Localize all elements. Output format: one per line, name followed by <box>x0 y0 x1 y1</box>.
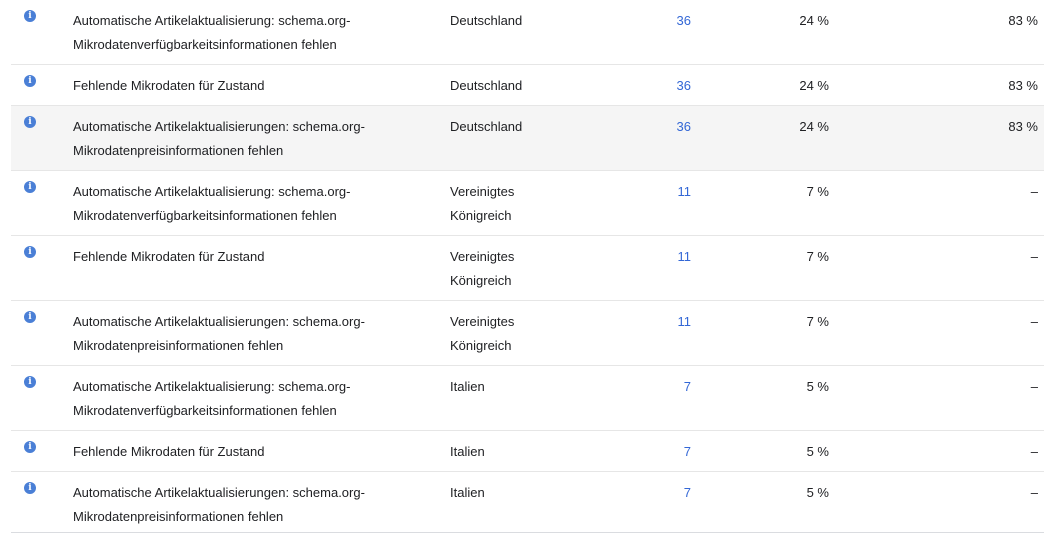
percent-affected: 5 % <box>806 444 829 459</box>
info-icon[interactable]: i <box>24 311 36 323</box>
affected-items-link[interactable]: 7 <box>611 440 691 464</box>
country: Vereinigtes Königreich <box>450 314 515 353</box>
table-row: i Fehlende Mikrodaten für Zustand Verein… <box>11 236 1044 301</box>
affected-items-link[interactable]: 11 <box>611 180 692 204</box>
info-icon[interactable]: i <box>24 75 36 87</box>
info-icon[interactable]: i <box>24 376 36 388</box>
table-row: i Automatische Artikelaktualisierungen: … <box>11 472 1044 537</box>
table-bottom-divider <box>11 532 1044 533</box>
table-row: i Fehlende Mikrodaten für Zustand Italie… <box>11 431 1044 472</box>
percent-share: – <box>1030 249 1038 264</box>
affected-items-link[interactable]: 36 <box>611 115 691 139</box>
percent-share: 83 % <box>1008 78 1038 93</box>
percent-share: – <box>1030 444 1038 459</box>
info-icon[interactable]: i <box>24 246 36 258</box>
info-icon[interactable]: i <box>24 116 36 128</box>
percent-affected: 5 % <box>806 485 829 500</box>
table-row: i Automatische Artikelaktualisierungen: … <box>11 301 1044 366</box>
country: Italien <box>450 379 485 394</box>
affected-items-link[interactable]: 36 <box>611 9 691 33</box>
table-row: i Automatische Artikelaktualisierung: sc… <box>11 0 1044 65</box>
issue-description: Automatische Artikelaktualisierungen: sc… <box>73 119 365 158</box>
table-row: i Fehlende Mikrodaten für Zustand Deutsc… <box>11 65 1044 106</box>
percent-affected: 24 % <box>799 13 829 28</box>
percent-affected: 7 % <box>806 249 829 264</box>
issue-description: Fehlende Mikrodaten für Zustand <box>73 249 265 264</box>
country: Italien <box>450 485 485 500</box>
table-row: i Automatische Artikelaktualisierung: sc… <box>11 171 1044 236</box>
issue-description: Automatische Artikelaktualisierung: sche… <box>73 184 351 223</box>
issue-description: Fehlende Mikrodaten für Zustand <box>73 444 265 459</box>
percent-affected: 24 % <box>799 78 829 93</box>
percent-share: 83 % <box>1008 119 1038 134</box>
country: Italien <box>450 444 485 459</box>
issue-description: Automatische Artikelaktualisierungen: sc… <box>73 314 365 353</box>
percent-affected: 7 % <box>806 314 829 329</box>
percent-share: – <box>1030 379 1038 394</box>
table-row: i Automatische Artikelaktualisierung: sc… <box>11 366 1044 431</box>
issue-description: Automatische Artikelaktualisierungen: sc… <box>73 485 365 524</box>
percent-share: – <box>1030 314 1038 329</box>
info-icon[interactable]: i <box>24 10 36 22</box>
issue-description: Automatische Artikelaktualisierung: sche… <box>73 13 351 52</box>
affected-items-link[interactable]: 11 <box>611 245 692 269</box>
affected-items-link[interactable]: 7 <box>611 375 691 399</box>
affected-items-link[interactable]: 7 <box>611 481 691 505</box>
info-icon[interactable]: i <box>24 181 36 193</box>
percent-share: – <box>1030 485 1038 500</box>
country: Deutschland <box>450 78 523 93</box>
country: Vereinigtes Königreich <box>450 249 515 288</box>
issue-description: Automatische Artikelaktualisierung: sche… <box>73 379 351 418</box>
percent-share: 83 % <box>1008 13 1038 28</box>
issues-table: i Automatische Artikelaktualisierung: sc… <box>11 0 1044 537</box>
info-icon[interactable]: i <box>24 482 36 494</box>
percent-affected: 5 % <box>806 379 829 394</box>
percent-affected: 24 % <box>799 119 829 134</box>
country: Deutschland <box>450 13 523 28</box>
percent-share: – <box>1030 184 1038 199</box>
info-icon[interactable]: i <box>24 441 36 453</box>
country: Vereinigtes Königreich <box>450 184 515 223</box>
percent-affected: 7 % <box>806 184 829 199</box>
issue-description: Fehlende Mikrodaten für Zustand <box>73 78 265 93</box>
affected-items-link[interactable]: 36 <box>611 74 691 98</box>
affected-items-link[interactable]: 11 <box>611 310 692 334</box>
table-row: i Automatische Artikelaktualisierungen: … <box>11 106 1044 171</box>
country: Deutschland <box>450 119 523 134</box>
